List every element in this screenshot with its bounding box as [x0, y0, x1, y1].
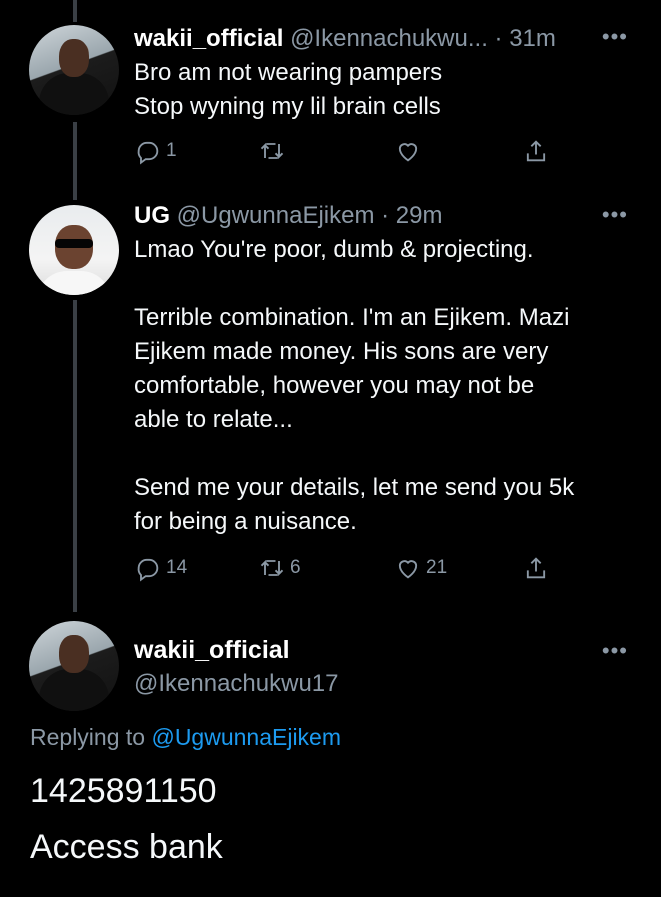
- tweet-line: Lmao You're poor, dumb & projecting.: [134, 236, 534, 263]
- retweet-icon: [260, 559, 284, 577]
- author-name[interactable]: UG: [134, 202, 170, 229]
- author-meta: @UgwunnaEjikem · 29m: [176, 202, 443, 229]
- reply-icon: [137, 558, 159, 582]
- tweet-line: Stop wyning my lil brain cells: [134, 93, 441, 120]
- tweet-line: Bro am not wearing pampers: [134, 59, 443, 86]
- reply-button[interactable]: 1: [134, 137, 177, 165]
- author-handle[interactable]: @Ikennachukwu17: [134, 670, 339, 698]
- share-button[interactable]: [522, 137, 550, 165]
- author-name[interactable]: wakii_official: [134, 636, 290, 665]
- tweet-line: 1425891150: [30, 772, 217, 810]
- thread-line-2: [73, 300, 77, 612]
- share-button[interactable]: [522, 554, 550, 582]
- avatar[interactable]: [29, 25, 119, 115]
- tweet-line: Terrible combination. I'm an Ejikem. Maz…: [134, 304, 570, 331]
- replying-prefix: Replying to: [30, 724, 146, 750]
- retweet-count: 6: [290, 557, 301, 578]
- more-icon[interactable]: •••: [602, 638, 628, 664]
- action-bar: 14 6 21: [134, 554, 564, 584]
- action-bar: 1: [134, 137, 564, 167]
- share-icon: [526, 557, 546, 579]
- reply-button[interactable]: 14: [134, 554, 187, 582]
- like-button[interactable]: [394, 137, 422, 165]
- share-icon: [526, 140, 546, 162]
- more-icon[interactable]: •••: [602, 202, 628, 228]
- retweet-icon: [260, 142, 284, 160]
- like-count: 21: [426, 557, 448, 578]
- tweet-line: able to relate...: [134, 406, 293, 433]
- tweet-line: [134, 437, 644, 471]
- like-icon: [398, 560, 418, 579]
- tweet-line: [134, 267, 644, 301]
- reply-count: 14: [166, 557, 188, 578]
- tweet-line: Ejikem made money. His sons are very: [134, 338, 549, 365]
- tweet-line: comfortable, however you may not be: [134, 372, 535, 399]
- avatar[interactable]: [29, 621, 119, 711]
- thread-line-top: [73, 0, 77, 22]
- tweet-text: Lmao You're poor, dumb & projecting. Ter…: [134, 233, 644, 539]
- tweet-line: Access bank: [30, 828, 223, 866]
- replying-to-link[interactable]: @UgwunnaEjikem: [151, 724, 341, 750]
- thread-line-1: [73, 122, 77, 200]
- avatar[interactable]: [29, 205, 119, 295]
- tweet-line: Send me your details, let me send you 5k: [134, 474, 575, 501]
- like-button[interactable]: 21: [394, 554, 447, 582]
- retweet-button[interactable]: 6: [258, 554, 301, 582]
- replying-to: Replying to @UgwunnaEjikem: [30, 724, 341, 751]
- reply-icon: [137, 141, 159, 165]
- more-icon[interactable]: •••: [602, 24, 628, 50]
- author-name[interactable]: wakii_official: [134, 25, 283, 52]
- like-icon: [398, 143, 418, 162]
- reply-count: 1: [166, 140, 177, 161]
- retweet-button[interactable]: [258, 137, 286, 165]
- tweet-text: Bro am not wearing pampers Stop wyning m…: [134, 56, 644, 124]
- tweet-line: for being a nuisance.: [134, 508, 357, 535]
- author-meta: @Ikennachukwu... · 31m: [290, 25, 556, 52]
